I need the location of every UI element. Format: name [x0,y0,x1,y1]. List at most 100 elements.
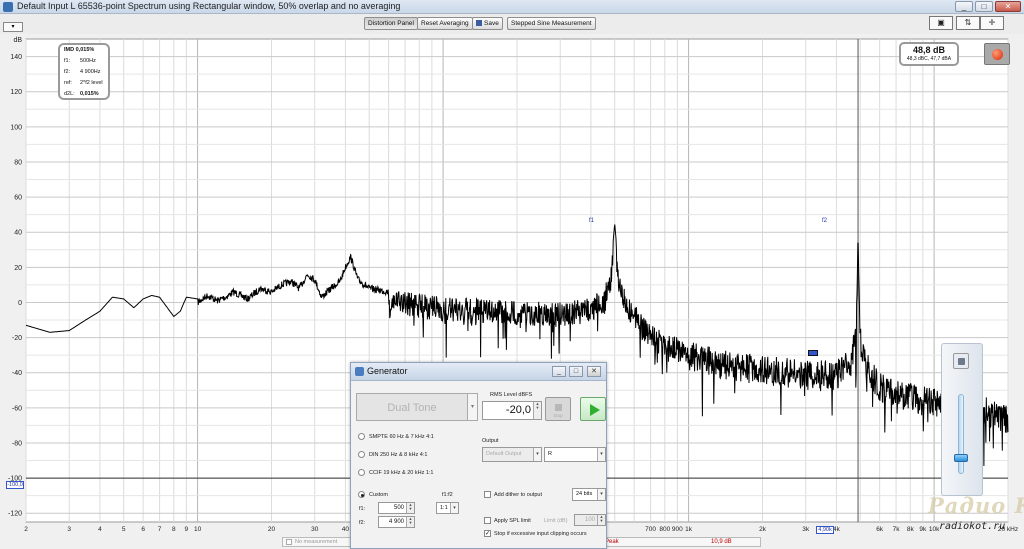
record-button[interactable] [984,43,1010,65]
capture-icon[interactable]: ▣ [929,16,953,30]
cursor-frequency: 4,90k [816,526,834,534]
preset-custom-radio[interactable] [358,491,365,498]
custom-f1-label: f1: [359,506,366,512]
custom-f2-field[interactable]: 4 900 ▲ ▼ [378,516,415,528]
imd-f2-value: 4 900Hz [80,69,101,75]
generator-close-button[interactable]: ✕ [587,366,601,377]
rms-level-stepper[interactable]: ▲ ▼ [533,402,541,419]
rms-level-field[interactable]: -20,0 ▲ ▼ [482,401,542,420]
clipping-label: Stop if excessive input clipping occurs [494,531,587,537]
preset-smpte-radio[interactable] [358,433,365,440]
y-tick-label: 20 [14,265,22,272]
level-meter[interactable]: 48,8 dB 48,3 dBC, 47,7 dBA [899,42,959,66]
status-checkbox[interactable] [286,539,292,545]
chevron-down-icon: ▾ [597,448,605,461]
imd-d2l-label: d2L: [64,91,75,97]
play-button[interactable] [580,397,606,421]
custom-f2-stepper[interactable]: ▲ ▼ [406,517,414,527]
x-tick-label: 30 [311,526,319,533]
preset-din-label: DIN 250 Hz & 8 kHz 4:1 [369,452,428,458]
peak-value: 10,9 dB [711,539,732,545]
imd-panel[interactable]: IMD 0,015% f1: 500Hz f2: 4 900Hz ref: 2*f2 … [58,43,110,100]
imd-f1-value: 500Hz [80,58,96,64]
close-button[interactable]: ✕ [995,1,1021,12]
toolbar: Distortion Panel Reset Averaging Save St… [0,14,1024,34]
output-channel-value: R [548,451,552,457]
save-button[interactable]: Save [472,17,503,30]
preset-custom-label: Custom [369,492,388,498]
custom-f1-field[interactable]: 500 ▲ ▼ [378,502,415,514]
x-tick-label: 40 [342,526,350,533]
record-icon [992,49,1003,60]
watermark-logo: Радио КОТ [928,493,1024,518]
stop-button[interactable]: Stop [545,397,571,421]
output-channel-select[interactable]: R ▾ [544,447,606,462]
cursor-marker[interactable] [808,350,818,356]
peak-label: Peak [605,539,619,545]
x-tick-label: 8 [172,526,176,533]
zoom-vertical-icon[interactable]: ⇅ [956,16,980,30]
custom-f1-stepper[interactable]: ▲ ▼ [406,503,414,513]
volume-knob[interactable] [954,454,968,462]
rms-level-value: -20,0 [505,404,531,416]
generator-maximize-button[interactable]: □ [569,366,583,377]
x-tick-label: 4 [98,526,102,533]
expand-icon[interactable]: ✛ [980,16,1004,30]
save-icon [476,20,482,26]
maximize-button[interactable]: □ [975,1,993,12]
rms-level-label: RMS Level dBFS [490,392,533,398]
dither-checkbox[interactable] [484,491,491,498]
limit-db-stepper[interactable]: ▲ ▼ [597,515,605,525]
stepped-sine-button[interactable]: Stepped Sine Measurement [507,17,596,30]
generator-icon [355,367,364,376]
peak-status: Peak 10,9 dB [600,537,761,547]
distortion-panel-button[interactable]: Distortion Panel [364,17,418,30]
level-value: 48,8 dB [912,45,945,55]
limit-db-label: Limit (dB) [544,518,568,524]
x-tick-label: 7 [158,526,162,533]
dither-label: Add dither to output [494,492,543,498]
generator-title: Generator [367,366,408,376]
y-tick-label: 0 [18,300,22,307]
minimize-button[interactable]: _ [955,1,973,12]
volume-slider[interactable] [958,394,964,474]
output-device-select[interactable]: Default Output ▾ [482,447,542,462]
x-tick-label: 3 [67,526,71,533]
reset-averaging-button[interactable]: Reset Averaging [417,17,473,30]
play-icon [590,404,600,416]
ratio-label: f1:f2 [442,492,453,498]
imd-title: IMD 0,015% [64,47,95,53]
signal-type-select[interactable]: Dual Tone ▾ [356,393,478,421]
reference-level[interactable]: -100,0 [6,481,24,489]
stop-label: Stop [553,413,563,418]
spl-limit-checkbox[interactable] [484,517,491,524]
custom-f2-value: 4 900 [388,519,404,525]
ratio-value: 1:1 [440,505,448,511]
speaker-icon[interactable] [953,353,969,369]
preset-ccif-label: CCIF 19 kHz & 20 kHz 1:1 [369,470,434,476]
x-tick-label: 3k [802,526,810,533]
y-tick-label: -60 [12,405,22,412]
chevron-down-icon: ▾ [597,489,605,500]
app-icon [3,2,13,12]
generator-minimize-button[interactable]: _ [552,366,566,377]
unit-select[interactable]: ▾ [3,22,23,32]
level-weighted: 48,3 dBC, 47,7 dBA [906,56,952,62]
imd-ref-value: 2*f2 level [80,80,103,86]
app-window: Default Input L 65536-point Spectrum usi… [0,0,1024,549]
y-tick-label: 100 [10,124,22,131]
bit-depth-select[interactable]: 24 bits ▾ [572,488,606,501]
y-tick-label: -120 [8,511,22,518]
clipping-checkbox[interactable]: ✓ [484,530,491,537]
chevron-down-icon: ▾ [533,448,541,461]
status-text: No measurement [295,539,338,545]
ratio-select[interactable]: 1:1 ▾ [436,502,459,514]
preset-ccif-radio[interactable] [358,469,365,476]
measurement-status: No measurement [282,537,354,547]
generator-title-bar[interactable]: Generator _ □ ✕ [351,363,606,381]
title-bar: Default Input L 65536-point Spectrum usi… [0,0,1024,14]
preset-din-radio[interactable] [358,451,365,458]
y-tick-label: 80 [14,159,22,166]
y-tick-label: -80 [12,440,22,447]
limit-db-field[interactable]: 100 ▲ ▼ [574,514,606,526]
